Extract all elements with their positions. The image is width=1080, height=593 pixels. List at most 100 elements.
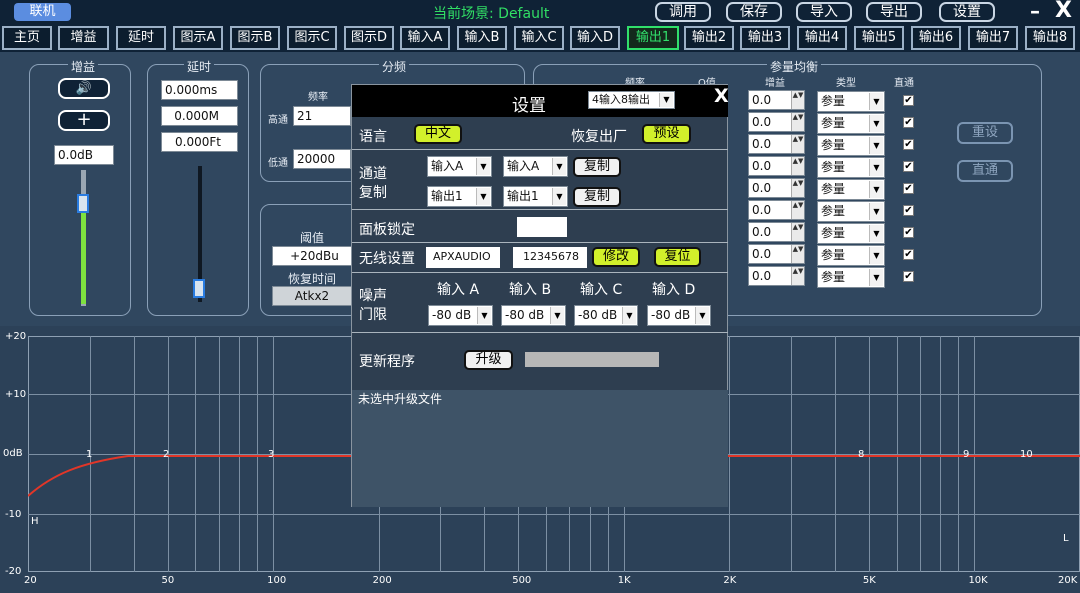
peq-bypass-button[interactable]: 直通 xyxy=(957,160,1013,182)
noise-gate-c-select[interactable]: -80 dB ▼ xyxy=(574,305,638,326)
peq-bypass-checkbox[interactable]: ✔ xyxy=(903,249,914,260)
copy-output-source-select[interactable]: 输出1 ▼ xyxy=(427,186,492,207)
highpass-marker[interactable]: H xyxy=(31,516,39,527)
peq-type-select[interactable]: 参量 ▼ xyxy=(817,201,885,222)
recall-button[interactable]: 调用 xyxy=(655,2,711,22)
noise-gate-d-select[interactable]: -80 dB ▼ xyxy=(647,305,711,326)
peq-type-select[interactable]: 参量 ▼ xyxy=(817,91,885,112)
gain-spin-icon[interactable]: ▲▼ xyxy=(791,179,804,197)
tab-output-3[interactable]: 输出3 xyxy=(740,26,790,50)
peq-gain-field[interactable]: 0.0 ▲▼ xyxy=(748,178,805,198)
tab-graph-d[interactable]: 图示D xyxy=(344,26,394,50)
tab-graph-a[interactable]: 图示A xyxy=(173,26,223,50)
tab-input-a[interactable]: 输入A xyxy=(400,26,450,50)
peq-type-select[interactable]: 参量 ▼ xyxy=(817,223,885,244)
peq-bypass-checkbox[interactable]: ✔ xyxy=(903,139,914,150)
gain-slider-handle[interactable] xyxy=(77,194,89,213)
tab-output-2[interactable]: 输出2 xyxy=(684,26,734,50)
peq-gain-field[interactable]: 0.0 ▲▼ xyxy=(748,112,805,132)
gain-spin-icon[interactable]: ▲▼ xyxy=(791,113,804,131)
connect-button[interactable]: 联机 xyxy=(14,3,71,21)
tab-input-d[interactable]: 输入D xyxy=(570,26,620,50)
peq-gain-field[interactable]: 0.0 ▲▼ xyxy=(748,200,805,220)
lowpass-freq-field[interactable]: 20000 xyxy=(293,149,351,169)
export-button[interactable]: 导出 xyxy=(866,2,922,22)
tab-home[interactable]: 主页 xyxy=(2,26,52,50)
close-icon[interactable]: X xyxy=(1055,0,1072,23)
peq-type-select[interactable]: 参量 ▼ xyxy=(817,267,885,288)
tab-output-8[interactable]: 输出8 xyxy=(1025,26,1075,50)
tab-gain[interactable]: 增益 xyxy=(58,26,109,50)
peq-type-select[interactable]: 参量 ▼ xyxy=(817,179,885,200)
wifi-password-field[interactable]: 12345678 xyxy=(513,247,587,268)
filter-marker-1[interactable]: 1 xyxy=(86,449,92,460)
peq-type-select[interactable]: 参量 ▼ xyxy=(817,135,885,156)
peq-gain-field[interactable]: 0.0 ▲▼ xyxy=(748,156,805,176)
peq-gain-field[interactable]: 0.0 ▲▼ xyxy=(748,222,805,242)
tab-graph-b[interactable]: 图示B xyxy=(230,26,280,50)
tab-input-b[interactable]: 输入B xyxy=(457,26,507,50)
filter-marker-3[interactable]: 3 xyxy=(268,449,274,460)
language-button[interactable]: 中文 xyxy=(414,124,462,144)
tab-output-6[interactable]: 输出6 xyxy=(911,26,961,50)
peq-bypass-checkbox[interactable]: ✔ xyxy=(903,95,914,106)
peq-gain-field[interactable]: 0.0 ▲▼ xyxy=(748,134,805,154)
highpass-freq-field[interactable]: 21 xyxy=(293,106,351,126)
peq-bypass-checkbox[interactable]: ✔ xyxy=(903,117,914,128)
wifi-ssid-field[interactable]: APXAUDIO xyxy=(426,247,500,268)
gain-spin-icon[interactable]: ▲▼ xyxy=(791,157,804,175)
peq-bypass-checkbox[interactable]: ✔ xyxy=(903,271,914,282)
filter-marker-2[interactable]: 2 xyxy=(163,449,169,460)
gain-spin-icon[interactable]: ▲▼ xyxy=(791,245,804,263)
upgrade-button[interactable]: 升级 xyxy=(464,350,513,370)
copy-output-button[interactable]: 复制 xyxy=(573,187,621,207)
gain-spin-icon[interactable]: ▲▼ xyxy=(791,201,804,219)
threshold-field[interactable]: +20dBu xyxy=(272,246,354,266)
tab-output-7[interactable]: 输出7 xyxy=(968,26,1018,50)
recovery-time-field[interactable]: Atkx2 xyxy=(272,286,352,306)
preset-button[interactable]: 预设 xyxy=(642,124,691,144)
delay-ms-field[interactable]: 0.000ms xyxy=(161,80,238,100)
peq-gain-field[interactable]: 0.0 ▲▼ xyxy=(748,244,805,264)
gain-value[interactable]: 0.0dB xyxy=(54,145,114,165)
gain-spin-icon[interactable]: ▲▼ xyxy=(791,91,804,109)
tab-delay[interactable]: 延时 xyxy=(116,26,166,50)
noise-gate-a-select[interactable]: -80 dB ▼ xyxy=(428,305,493,326)
channel-mode-select[interactable]: 4输入8输出 ▼ xyxy=(588,91,675,109)
peq-type-select[interactable]: 参量 ▼ xyxy=(817,245,885,266)
copy-input-button[interactable]: 复制 xyxy=(573,157,621,177)
save-button[interactable]: 保存 xyxy=(726,2,782,22)
panel-lock-input[interactable] xyxy=(517,217,567,237)
peq-bypass-checkbox[interactable]: ✔ xyxy=(903,227,914,238)
filter-marker-9[interactable]: 9 xyxy=(963,449,969,460)
filter-marker-10[interactable]: 10 xyxy=(1020,449,1033,460)
tab-graph-c[interactable]: 图示C xyxy=(287,26,337,50)
gain-spin-icon[interactable]: ▲▼ xyxy=(791,267,804,285)
tab-output-5[interactable]: 输出5 xyxy=(854,26,904,50)
tab-input-c[interactable]: 输入C xyxy=(514,26,564,50)
peq-gain-field[interactable]: 0.0 ▲▼ xyxy=(748,266,805,286)
copy-input-source-select[interactable]: 输入A ▼ xyxy=(427,156,492,177)
close-icon[interactable]: X xyxy=(714,85,729,107)
gain-spin-icon[interactable]: ▲▼ xyxy=(791,223,804,241)
copy-input-target-select[interactable]: 输入A ▼ xyxy=(503,156,568,177)
peq-gain-field[interactable]: 0.0 ▲▼ xyxy=(748,90,805,110)
peq-type-select[interactable]: 参量 ▼ xyxy=(817,157,885,178)
tab-output-1[interactable]: 输出1 xyxy=(627,26,679,50)
wifi-modify-button[interactable]: 修改 xyxy=(592,247,640,267)
delay-meter-field[interactable]: 0.000M xyxy=(161,106,238,126)
import-button[interactable]: 导入 xyxy=(796,2,852,22)
wifi-reset-button[interactable]: 复位 xyxy=(654,247,701,267)
lowpass-marker[interactable]: L xyxy=(1063,533,1069,544)
peq-bypass-checkbox[interactable]: ✔ xyxy=(903,161,914,172)
gain-spin-icon[interactable]: ▲▼ xyxy=(791,135,804,153)
peq-bypass-checkbox[interactable]: ✔ xyxy=(903,205,914,216)
filter-marker-8[interactable]: 8 xyxy=(858,449,864,460)
peq-bypass-checkbox[interactable]: ✔ xyxy=(903,183,914,194)
noise-gate-b-select[interactable]: -80 dB ▼ xyxy=(501,305,566,326)
mute-button[interactable]: 🔊 xyxy=(58,78,110,99)
minimize-icon[interactable]: – xyxy=(1030,0,1040,23)
delay-slider-handle[interactable] xyxy=(193,279,205,298)
peq-type-select[interactable]: 参量 ▼ xyxy=(817,113,885,134)
settings-button[interactable]: 设置 xyxy=(939,2,995,22)
